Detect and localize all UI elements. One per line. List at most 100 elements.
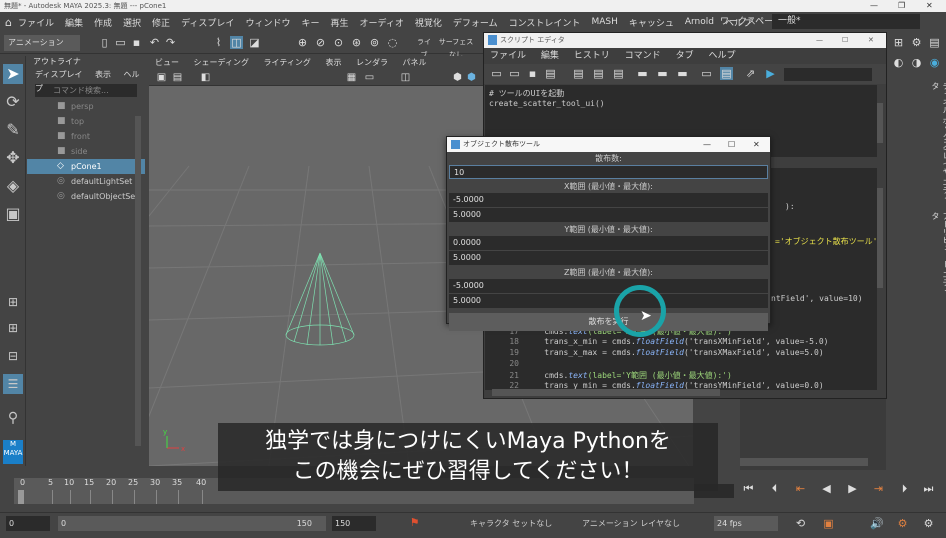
menu-visualize[interactable]: 視覚化 (415, 16, 442, 29)
arnold-icon[interactable]: ◐ (892, 56, 905, 69)
outliner-item-front[interactable]: ■ front (27, 129, 145, 144)
code-scrollbar[interactable] (877, 188, 883, 288)
auto-key-icon[interactable]: ⚑ (408, 516, 421, 529)
clear-all-icon[interactable]: ▬ (656, 67, 669, 80)
search-icon[interactable]: ⚲ (3, 408, 23, 428)
execute-all-icon[interactable]: ⇗ (744, 67, 757, 80)
outliner-layout-icon[interactable]: ☰ (3, 374, 23, 394)
menu-file[interactable]: ファイル (18, 16, 54, 29)
single-view-icon[interactable]: ⊞ (3, 292, 23, 312)
render-icon[interactable]: ◑ (910, 56, 923, 69)
viewport-menu-lighting[interactable]: ライティング (264, 58, 311, 67)
snap-point-icon[interactable]: ⊙ (332, 36, 345, 49)
snap-vertex-icon[interactable]: ◌ (386, 36, 399, 49)
render-view-icon[interactable]: ◉ (928, 56, 941, 69)
run-scatter-button[interactable]: 散布を実行 (449, 313, 768, 331)
snap-view-icon[interactable]: ⊛ (350, 36, 363, 49)
textured-icon[interactable]: ⬢ (465, 71, 478, 84)
camera-attr-icon[interactable]: ▤ (171, 71, 184, 84)
close-icon[interactable]: ✕ (868, 33, 874, 48)
tab-channel-box[interactable]: チャネル ボックス/レイヤ エディタ (930, 82, 946, 202)
home-icon[interactable]: ⌂ (5, 16, 12, 29)
viewport-menu-renderer[interactable]: レンダラ (356, 58, 388, 67)
show-history-icon[interactable]: ▬ (676, 67, 689, 80)
bookmark-icon[interactable]: ◧ (199, 71, 212, 84)
count-field[interactable]: 10 (449, 165, 768, 179)
maximize-icon[interactable]: ❐ (898, 0, 905, 12)
minimize-icon[interactable]: — (703, 137, 711, 152)
script-search-field[interactable] (784, 68, 872, 81)
outliner-item-pcone1[interactable]: ◇ pCone1 (27, 159, 145, 174)
menu-display[interactable]: ディスプレイ (181, 16, 234, 29)
menu-create[interactable]: 作成 (94, 16, 112, 29)
current-time-marker[interactable] (18, 490, 24, 504)
menu-mash[interactable]: MASH (591, 17, 617, 27)
outliner-item-default-object-set[interactable]: ◎ defaultObjectSet (27, 189, 145, 204)
show-both-icon[interactable]: ▤ (720, 67, 733, 80)
x-max-field[interactable]: 5.0000 (449, 208, 768, 222)
echo-icon[interactable]: ▤ (572, 67, 585, 80)
line-numbers-icon[interactable]: ▤ (592, 67, 605, 80)
prev-key-icon[interactable]: ⇤ (794, 482, 807, 495)
playback-settings-icon[interactable]: ⚙ (896, 517, 909, 530)
next-key-icon[interactable]: ⇥ (872, 482, 885, 495)
cache-icon[interactable]: ▣ (822, 517, 835, 530)
outliner-item-side[interactable]: ■ side (27, 144, 145, 159)
z-min-field[interactable]: -5.0000 (449, 279, 768, 293)
menu-playback[interactable]: 再生 (330, 16, 348, 29)
range-start-field[interactable]: 0 (6, 516, 50, 531)
outliner-menu-display[interactable]: ディスプレイ (35, 70, 82, 79)
menu-select[interactable]: 選択 (123, 16, 141, 29)
script-menu-file[interactable]: ファイル (490, 51, 526, 61)
select-tool-icon[interactable]: ➤ (3, 64, 23, 84)
channel-hscrollbar[interactable] (740, 458, 868, 466)
clear-input-icon[interactable]: ▬ (636, 67, 649, 80)
outliner-item-default-light-set[interactable]: ◎ defaultLightSet (27, 174, 145, 189)
history-scrollbar[interactable] (877, 103, 883, 143)
outliner-item-top[interactable]: ■ top (27, 114, 145, 129)
viewport-menu-show[interactable]: 表示 (325, 58, 341, 67)
redo-icon[interactable]: ↷ (164, 36, 177, 49)
rotate-tool-icon[interactable]: ◈ (3, 176, 23, 196)
viewport-menu-panels[interactable]: パネル (403, 58, 427, 67)
save-script-icon[interactable]: ▪ (526, 67, 539, 80)
range-end-field[interactable]: 150 (332, 516, 376, 531)
snap-grid-icon[interactable]: ⊕ (296, 36, 309, 49)
anim-prefs-icon[interactable]: ⚙ (922, 517, 935, 530)
new-scene-icon[interactable]: ▯ (98, 36, 111, 49)
viewport-menu-shading[interactable]: シェーディング (194, 58, 249, 67)
outliner-item-persp[interactable]: ■ persp (27, 99, 145, 114)
character-set-label[interactable]: キャラクタ セットなし (470, 518, 552, 529)
workspace-select[interactable]: 一般* (772, 14, 920, 29)
step-back-icon[interactable]: ⏴ (768, 482, 781, 495)
loop-icon[interactable]: ⟲ (794, 517, 807, 530)
y-min-field[interactable]: 0.0000 (449, 236, 768, 250)
menu-key[interactable]: キー (301, 16, 319, 29)
camera-select-icon[interactable]: ▣ (155, 71, 168, 84)
settings-icon[interactable]: ⚙ (910, 36, 923, 49)
film-gate-icon[interactable]: ▭ (363, 71, 376, 84)
layout-icon[interactable]: ⊟ (3, 346, 23, 366)
script-menu-tabs[interactable]: タブ (676, 51, 694, 61)
x-min-field[interactable]: -5.0000 (449, 193, 768, 207)
menu-cache[interactable]: キャッシュ (629, 16, 674, 29)
move-tool-icon[interactable]: ✥ (3, 148, 23, 168)
go-start-icon[interactable]: ⏮ (742, 482, 755, 495)
scale-tool-icon[interactable]: ▣ (3, 204, 23, 224)
lasso-tool-icon[interactable]: ⟳ (3, 92, 23, 112)
script-menu-help[interactable]: ヘルプ (708, 51, 735, 61)
object-select-icon[interactable]: ◫ (230, 36, 243, 49)
tab-attribute-editor[interactable]: アトリビュート エディタ (930, 212, 946, 302)
four-view-icon[interactable]: ⊞ (3, 318, 23, 338)
script-menu-history[interactable]: ヒストリ (574, 51, 610, 61)
wireframe-icon[interactable]: ◫ (399, 71, 412, 84)
menu-modify[interactable]: 修正 (152, 16, 170, 29)
play-forward-icon[interactable]: ▶ (846, 482, 859, 495)
y-max-field[interactable]: 5.0000 (449, 251, 768, 265)
outliner-scrollbar[interactable] (135, 116, 141, 446)
show-input-icon[interactable]: ▭ (700, 67, 713, 80)
play-back-icon[interactable]: ◀ (820, 482, 833, 495)
hierarchy-select-icon[interactable]: ⌇ (212, 36, 225, 49)
code-hscrollbar[interactable] (492, 389, 720, 396)
minimize-icon[interactable]: — (870, 0, 878, 12)
